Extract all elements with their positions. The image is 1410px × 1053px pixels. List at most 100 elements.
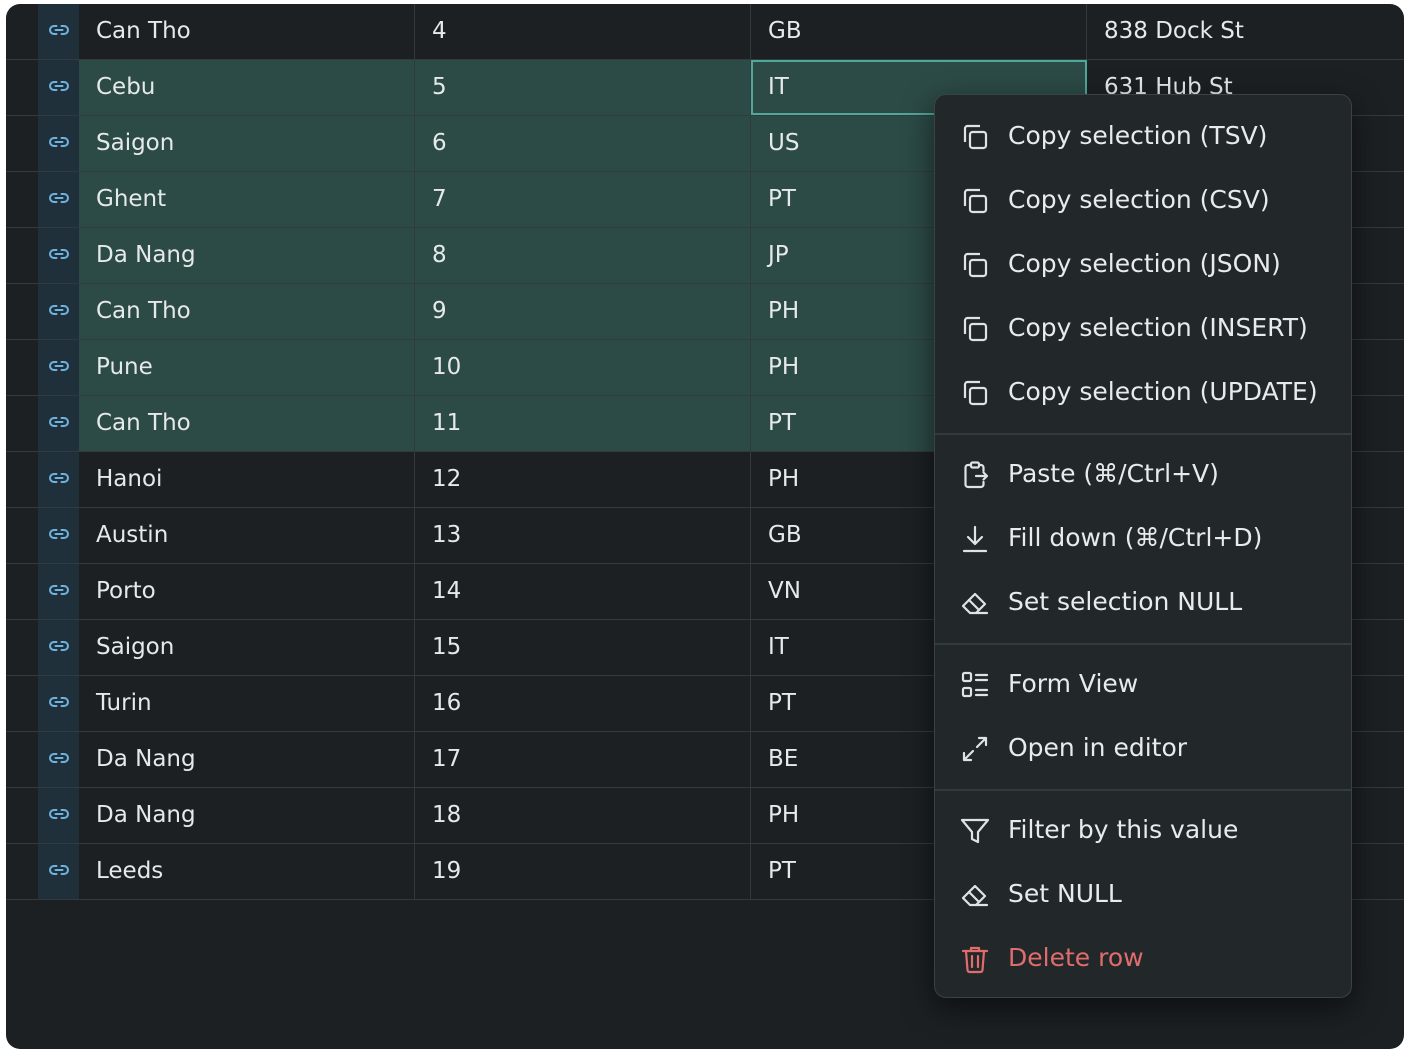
number-cell[interactable]: 4 bbox=[415, 4, 751, 59]
city-cell[interactable]: Da Nang bbox=[79, 732, 415, 787]
row-link-icon[interactable] bbox=[38, 284, 79, 339]
menu-item-label: Fill down (⌘/Ctrl+D) bbox=[1008, 523, 1263, 552]
eraser-icon bbox=[959, 879, 991, 911]
row-gutter[interactable] bbox=[6, 732, 38, 787]
row-gutter[interactable] bbox=[6, 788, 38, 843]
row-link-icon[interactable] bbox=[38, 788, 79, 843]
eraser-icon bbox=[959, 587, 991, 619]
menu-item-paste[interactable]: Paste (⌘/Ctrl+V) bbox=[935, 446, 1351, 502]
city-cell[interactable]: Can Tho bbox=[79, 4, 415, 59]
row-gutter[interactable] bbox=[6, 172, 38, 227]
menu-item-label: Copy selection (TSV) bbox=[1008, 121, 1268, 150]
row-gutter[interactable] bbox=[6, 676, 38, 731]
number-cell[interactable]: 8 bbox=[415, 228, 751, 283]
row-link-icon[interactable] bbox=[38, 396, 79, 451]
row-gutter[interactable] bbox=[6, 564, 38, 619]
link-icon bbox=[48, 808, 69, 819]
copy-icon bbox=[959, 249, 991, 281]
row-link-icon[interactable] bbox=[38, 676, 79, 731]
number-cell[interactable]: 10 bbox=[415, 340, 751, 395]
row-link-icon[interactable] bbox=[38, 564, 79, 619]
menu-item-fill-down[interactable]: Fill down (⌘/Ctrl+D) bbox=[935, 510, 1351, 566]
menu-item-copy-insert[interactable]: Copy selection (INSERT) bbox=[935, 300, 1351, 356]
link-icon bbox=[48, 360, 69, 371]
number-cell[interactable]: 14 bbox=[415, 564, 751, 619]
menu-item-filter-by-value[interactable]: Filter by this value bbox=[935, 802, 1351, 858]
menu-item-delete-row[interactable]: Delete row bbox=[935, 930, 1351, 986]
menu-item-copy-update[interactable]: Copy selection (UPDATE) bbox=[935, 364, 1351, 420]
city-cell[interactable]: Can Tho bbox=[79, 284, 415, 339]
row-gutter[interactable] bbox=[6, 396, 38, 451]
row-link-icon[interactable] bbox=[38, 340, 79, 395]
city-cell[interactable]: Da Nang bbox=[79, 228, 415, 283]
data-grid-window: Can Tho 4 GB 838 Dock St Cebu 5 IT 631 Hub St Sa… bbox=[6, 4, 1404, 1049]
country-code-cell[interactable]: GB bbox=[751, 4, 1087, 59]
row-gutter[interactable] bbox=[6, 284, 38, 339]
menu-item-label: Copy selection (UPDATE) bbox=[1008, 377, 1318, 406]
city-cell[interactable]: Austin bbox=[79, 508, 415, 563]
row-link-icon[interactable] bbox=[38, 4, 79, 59]
address-cell[interactable]: 838 Dock St bbox=[1087, 4, 1404, 59]
city-cell[interactable]: Turin bbox=[79, 676, 415, 731]
menu-item-label: Delete row bbox=[1008, 943, 1144, 972]
row-gutter[interactable] bbox=[6, 620, 38, 675]
number-cell[interactable]: 19 bbox=[415, 844, 751, 899]
row-link-icon[interactable] bbox=[38, 508, 79, 563]
link-icon bbox=[48, 472, 69, 483]
number-cell[interactable]: 18 bbox=[415, 788, 751, 843]
menu-item-form-view[interactable]: Form View bbox=[935, 656, 1351, 712]
link-icon bbox=[48, 192, 69, 203]
row-gutter[interactable] bbox=[6, 228, 38, 283]
table-row[interactable]: Can Tho 4 GB 838 Dock St bbox=[6, 4, 1404, 60]
row-link-icon[interactable] bbox=[38, 116, 79, 171]
number-cell[interactable]: 16 bbox=[415, 676, 751, 731]
row-link-icon[interactable] bbox=[38, 844, 79, 899]
number-cell[interactable]: 11 bbox=[415, 396, 751, 451]
number-cell[interactable]: 9 bbox=[415, 284, 751, 339]
row-link-icon[interactable] bbox=[38, 172, 79, 227]
row-gutter[interactable] bbox=[6, 4, 38, 59]
row-link-icon[interactable] bbox=[38, 60, 79, 115]
menu-item-copy-json[interactable]: Copy selection (JSON) bbox=[935, 236, 1351, 292]
city-cell[interactable]: Da Nang bbox=[79, 788, 415, 843]
menu-item-copy-tsv[interactable]: Copy selection (TSV) bbox=[935, 108, 1351, 164]
city-cell[interactable]: Can Tho bbox=[79, 396, 415, 451]
menu-item-open-in-editor[interactable]: Open in editor bbox=[935, 720, 1351, 776]
menu-item-set-selection-null[interactable]: Set selection NULL bbox=[935, 574, 1351, 630]
city-cell[interactable]: Pune bbox=[79, 340, 415, 395]
city-cell[interactable]: Saigon bbox=[79, 116, 415, 171]
number-cell[interactable]: 7 bbox=[415, 172, 751, 227]
row-gutter[interactable] bbox=[6, 340, 38, 395]
row-link-icon[interactable] bbox=[38, 452, 79, 507]
row-link-icon[interactable] bbox=[38, 228, 79, 283]
city-cell[interactable]: Saigon bbox=[79, 620, 415, 675]
row-gutter[interactable] bbox=[6, 844, 38, 899]
number-cell[interactable]: 13 bbox=[415, 508, 751, 563]
context-menu: Copy selection (TSV) Copy selection (CSV… bbox=[934, 94, 1352, 998]
city-cell[interactable]: Leeds bbox=[79, 844, 415, 899]
number-cell[interactable]: 12 bbox=[415, 452, 751, 507]
number-cell[interactable]: 17 bbox=[415, 732, 751, 787]
number-cell[interactable]: 5 bbox=[415, 60, 751, 115]
city-cell[interactable]: Cebu bbox=[79, 60, 415, 115]
menu-item-label: Paste (⌘/Ctrl+V) bbox=[1008, 459, 1219, 488]
city-cell[interactable]: Hanoi bbox=[79, 452, 415, 507]
form-list-icon bbox=[959, 669, 991, 701]
city-cell[interactable]: Porto bbox=[79, 564, 415, 619]
link-icon bbox=[48, 416, 69, 427]
row-gutter[interactable] bbox=[6, 508, 38, 563]
number-cell[interactable]: 15 bbox=[415, 620, 751, 675]
row-gutter[interactable] bbox=[6, 116, 38, 171]
row-link-icon[interactable] bbox=[38, 620, 79, 675]
link-icon bbox=[48, 640, 69, 651]
number-cell[interactable]: 6 bbox=[415, 116, 751, 171]
link-icon bbox=[48, 24, 69, 35]
row-gutter[interactable] bbox=[6, 452, 38, 507]
menu-item-copy-csv[interactable]: Copy selection (CSV) bbox=[935, 172, 1351, 228]
row-gutter[interactable] bbox=[6, 60, 38, 115]
menu-item-set-null[interactable]: Set NULL bbox=[935, 866, 1351, 922]
city-cell[interactable]: Ghent bbox=[79, 172, 415, 227]
menu-item-label: Form View bbox=[1008, 669, 1139, 698]
row-link-icon[interactable] bbox=[38, 732, 79, 787]
trash-icon bbox=[959, 943, 991, 975]
